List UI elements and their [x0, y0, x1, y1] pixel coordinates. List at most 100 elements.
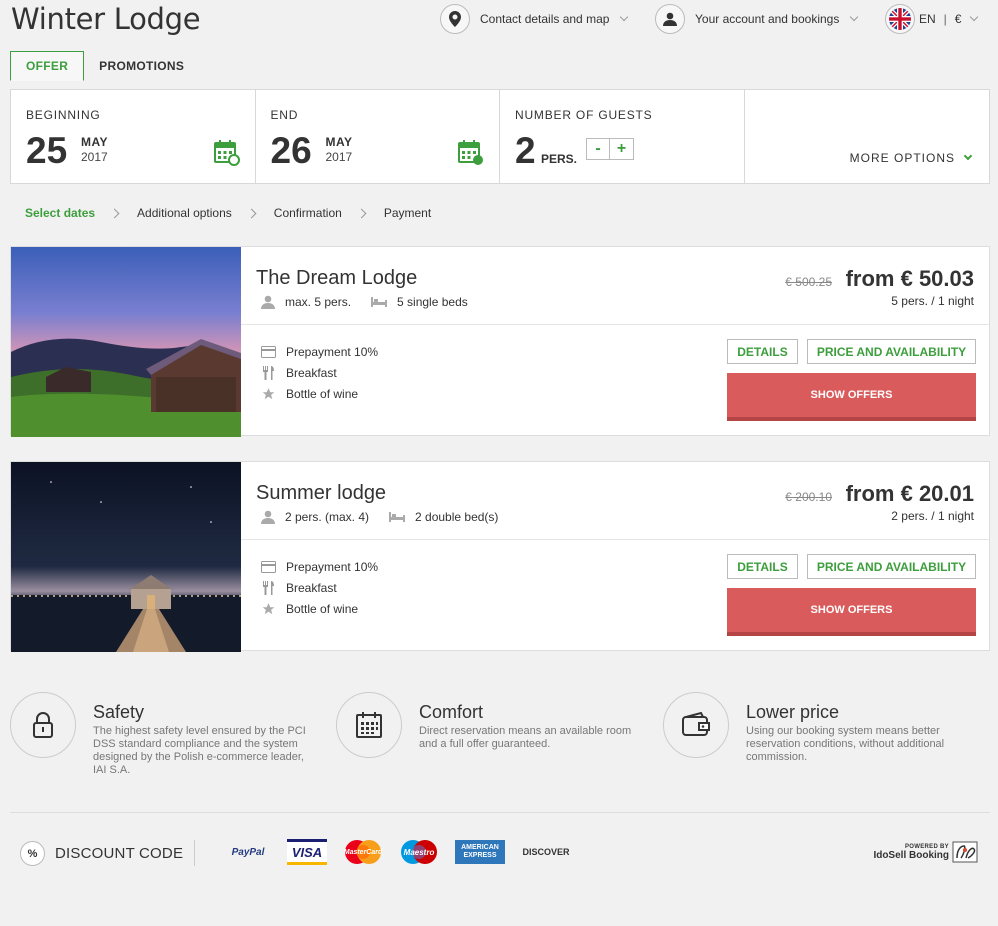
feature-title: Comfort	[419, 702, 484, 722]
divider	[194, 840, 195, 866]
booking-steps: Select dates Additional options Confirma…	[25, 206, 431, 220]
capacity-text: max. 5 pers.	[285, 295, 352, 309]
capacity-info: max. 5 pers.	[261, 295, 351, 309]
offer-title[interactable]: Summer lodge	[256, 482, 386, 505]
price-basis: 2 pers. / 1 night	[891, 509, 974, 523]
end-date-field[interactable]: END 26 MAY 2017	[256, 90, 500, 183]
show-offers-button[interactable]: SHOW OFFERS	[727, 588, 976, 636]
discount-code-toggle[interactable]: % DISCOUNT CODE	[20, 841, 183, 866]
step-select-dates[interactable]: Select dates	[25, 206, 95, 220]
feature-lower-price: Lower price Using our booking system mea…	[663, 692, 944, 764]
calendar-icon[interactable]	[213, 140, 240, 166]
feature-description: Using our booking system means better re…	[746, 725, 944, 764]
contact-label: Contact details and map	[480, 11, 610, 26]
feature-line: and a full offer guaranteed.	[419, 738, 551, 750]
guests-label: NUMBER OF GUESTS	[515, 108, 653, 122]
account-menu[interactable]: Your account and bookings	[655, 3, 859, 34]
more-options-toggle[interactable]: MORE OPTIONS	[849, 151, 973, 165]
guests-count: 2	[515, 130, 536, 171]
bed-icon	[371, 297, 388, 307]
wallet-icon	[663, 692, 729, 758]
decrease-guests-button[interactable]: -	[586, 138, 610, 160]
credit-card-icon	[261, 560, 276, 573]
discount-code-label: DISCOUNT CODE	[55, 845, 184, 862]
inclusion-text: Breakfast	[286, 580, 337, 595]
feature-description: Direct reservation means an available ro…	[419, 725, 631, 751]
feature-description: The highest safety level ensured by the …	[93, 725, 306, 777]
step-confirmation: Confirmation	[273, 206, 342, 220]
currency-label: €	[954, 11, 962, 26]
contact-menu[interactable]: Contact details and map	[440, 3, 629, 34]
end-year: 2017	[325, 150, 353, 164]
guests-unit: PERS.	[541, 152, 578, 166]
tab-offer[interactable]: OFFER	[10, 51, 85, 81]
feature-title: Lower price	[746, 702, 840, 722]
chevron-down-icon	[850, 12, 859, 21]
offer-price: from € 50.03	[845, 266, 974, 291]
end-label: END	[270, 108, 299, 122]
guests-field: NUMBER OF GUESTS 2 PERS. - +	[500, 90, 745, 183]
tab-promotions[interactable]: PROMOTIONS	[84, 51, 199, 81]
idosell-logo-icon	[952, 841, 978, 863]
inclusion-item: Prepayment 10%	[261, 341, 378, 362]
discover-text: DISCOVER	[522, 847, 570, 857]
chevron-right-icon	[356, 208, 367, 218]
details-button[interactable]: DETAILS	[727, 554, 798, 579]
credit-card-icon	[261, 345, 276, 358]
cutlery-icon	[263, 365, 274, 380]
price-availability-button[interactable]: PRICE AND AVAILABILITY	[807, 339, 976, 364]
beginning-year: 2017	[81, 150, 108, 164]
brand-title[interactable]: Winter Lodge	[11, 2, 201, 36]
cutlery-icon	[263, 580, 274, 595]
inclusion-text: Prepayment 10%	[286, 559, 379, 574]
old-price: € 500.25	[785, 275, 832, 289]
beds-text: 2 double bed(s)	[415, 510, 499, 524]
feature-line: IAI S.A.	[93, 764, 131, 776]
inclusion-text: Bottle of wine	[286, 386, 359, 401]
old-price: € 200.10	[785, 490, 832, 504]
lodge-photo[interactable]	[11, 247, 241, 437]
inclusions-list: Prepayment 10% Breakfast Bottle of wine	[261, 556, 378, 619]
feature-title: Safety	[93, 702, 145, 722]
inclusion-item: Breakfast	[261, 362, 378, 383]
chevron-right-icon	[246, 208, 257, 218]
feature-line: commission.	[746, 751, 808, 763]
star-icon	[262, 387, 275, 399]
end-month: MAY	[325, 135, 353, 149]
payment-methods: PayPal VISA MasterCard Maestro AMERICAN …	[225, 839, 587, 865]
language-currency-menu[interactable]: EN | €	[885, 3, 979, 34]
increase-guests-button[interactable]: +	[610, 138, 634, 160]
search-bar: BEGINNING 25 MAY 2017 END 26 MAY 2017 NU…	[10, 89, 990, 184]
star-icon	[262, 602, 275, 614]
beginning-date-field[interactable]: BEGINNING 25 MAY 2017	[11, 90, 256, 183]
more-options-label: MORE OPTIONS	[849, 151, 955, 165]
separator: |	[943, 11, 947, 26]
maestro-text: Maestro	[403, 847, 435, 857]
end-day: 26	[270, 130, 312, 171]
person-icon	[261, 295, 275, 309]
beginning-month: MAY	[81, 135, 109, 149]
visa-text: VISA	[291, 844, 323, 860]
calendar-icon[interactable]	[458, 140, 484, 166]
beginning-label: BEGINNING	[26, 108, 101, 122]
powered-by-idosell[interactable]: POWERED BY IdoSell Booking	[873, 840, 980, 864]
inclusion-item: Breakfast	[261, 577, 378, 598]
step-additional-options: Additional options	[137, 206, 232, 220]
guests-stepper: - +	[586, 138, 634, 160]
feature-line: designed by the Polish e-commerce leader…	[93, 751, 304, 763]
show-offers-button[interactable]: SHOW OFFERS	[727, 373, 976, 421]
powered-text: POWERED BY IdoSell Booking	[873, 844, 949, 861]
discover-logo: DISCOVER	[521, 847, 571, 857]
lodge-photo[interactable]	[11, 462, 241, 652]
calendar-icon	[336, 692, 402, 758]
chevron-down-icon	[620, 12, 629, 21]
capacity-text: 2 pers. (max. 4)	[285, 510, 370, 524]
details-button[interactable]: DETAILS	[727, 339, 798, 364]
inclusion-item: Prepayment 10%	[261, 556, 378, 577]
inclusions-list: Prepayment 10% Breakfast Bottle of wine	[261, 341, 378, 404]
divider	[241, 539, 989, 540]
offer-title[interactable]: The Dream Lodge	[256, 267, 417, 290]
bed-icon	[389, 512, 406, 522]
visa-logo: VISA	[287, 839, 327, 865]
price-availability-button[interactable]: PRICE AND AVAILABILITY	[807, 554, 976, 579]
